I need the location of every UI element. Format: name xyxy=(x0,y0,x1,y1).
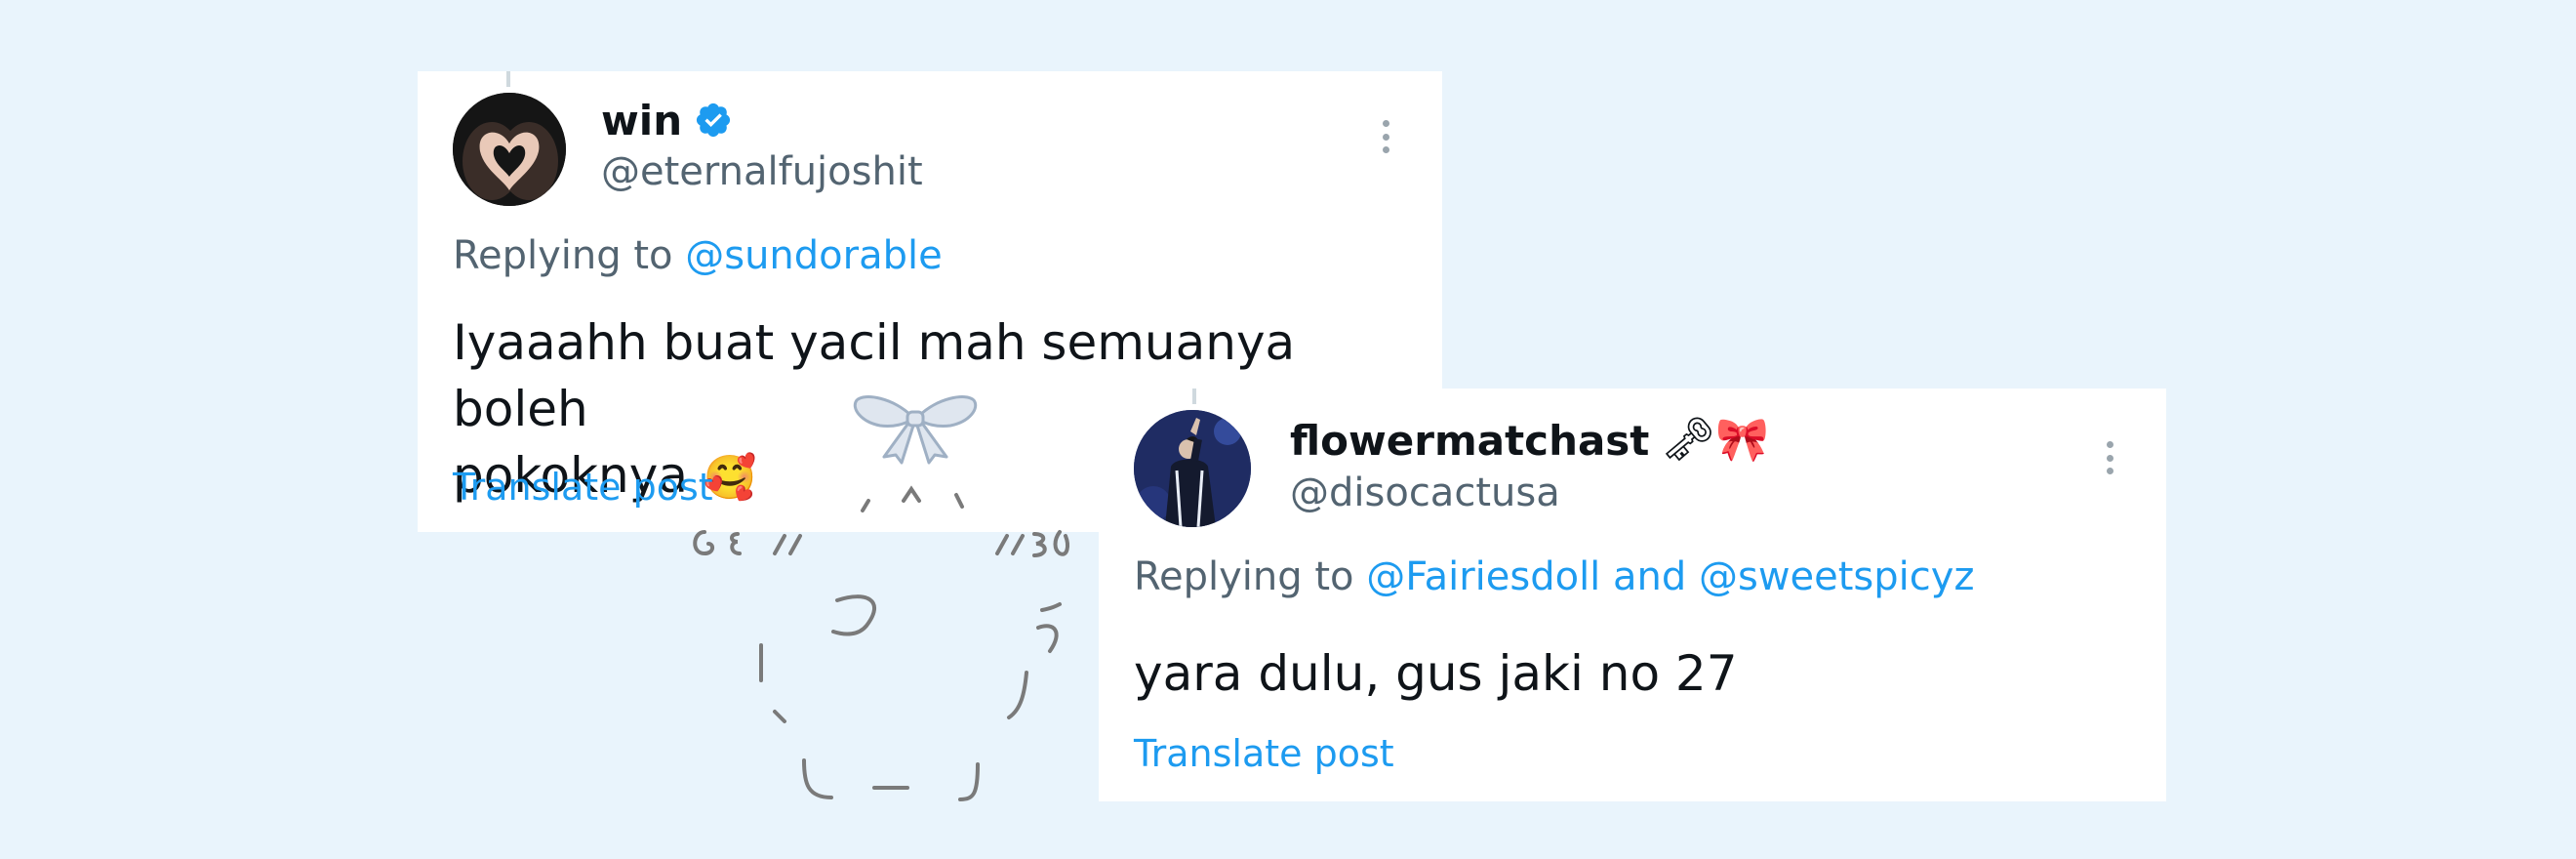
avatar-heart-hands-image xyxy=(453,93,566,206)
more-options-icon[interactable] xyxy=(1371,112,1400,161)
author-handle[interactable]: @eternalfujoshit xyxy=(601,149,923,194)
replying-to: Replying to @Fairiesdoll and @sweetspicy… xyxy=(1134,554,1974,599)
avatar-performer-image xyxy=(1134,410,1251,527)
key-and-ribbon-emoji: 🗝🎀 xyxy=(1661,415,1770,465)
replying-to-label: Replying to xyxy=(1134,554,1354,599)
display-name[interactable]: flowermatchast xyxy=(1290,417,1649,465)
translate-post-link[interactable]: Translate post xyxy=(453,466,713,509)
ribbon-bow-icon xyxy=(853,395,978,465)
replying-to: Replying to @sundorable xyxy=(453,233,943,278)
post-card-flowermatchast[interactable]: flowermatchast 🗝🎀 @disocactusa Replying … xyxy=(1099,389,2166,801)
author-name-row: flowermatchast 🗝🎀 xyxy=(1290,412,1769,469)
thread-line xyxy=(506,71,510,87)
display-name[interactable]: win xyxy=(601,97,682,144)
more-options-icon[interactable] xyxy=(2095,433,2124,482)
translate-post-link[interactable]: Translate post xyxy=(1134,732,1394,775)
replying-to-mention[interactable]: @Fairiesdoll and @sweetspicyz xyxy=(1366,554,1974,599)
post-text: yara dulu, gus jaki no 27 xyxy=(1134,645,1738,702)
avatar[interactable] xyxy=(1134,410,1251,527)
verified-badge-icon xyxy=(697,102,731,138)
author-handle[interactable]: @disocactusa xyxy=(1290,470,1560,515)
replying-to-label: Replying to xyxy=(453,233,673,278)
thread-line xyxy=(1192,389,1196,404)
replying-to-mention[interactable]: @sundorable xyxy=(685,233,942,278)
avatar[interactable] xyxy=(453,93,566,206)
author-name-row: win xyxy=(601,93,733,147)
